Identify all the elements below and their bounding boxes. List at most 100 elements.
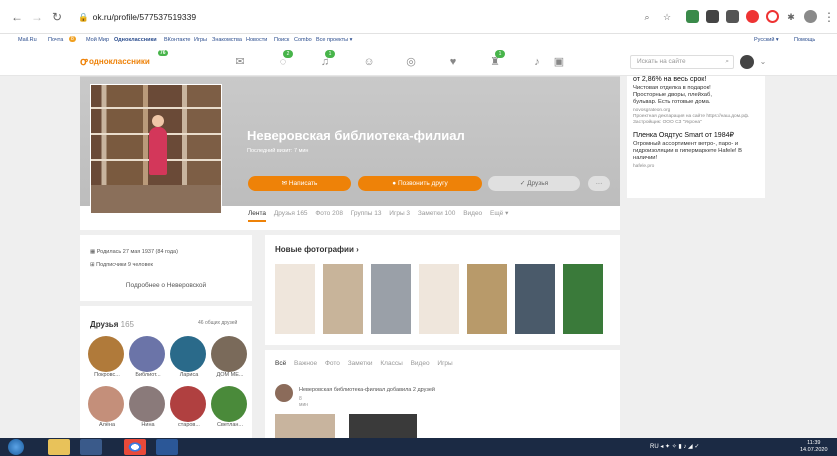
ok-search-input[interactable]: Искать на сайте ⌕ — [630, 55, 734, 69]
extension-icon[interactable] — [746, 10, 759, 23]
portal-link[interactable]: Combo — [294, 37, 312, 43]
start-button[interactable] — [8, 439, 24, 455]
portal-link[interactable]: Новости — [246, 37, 267, 43]
feed-tab-notes[interactable]: Заметки — [348, 360, 373, 367]
friends-title[interactable]: Друзья 165 — [90, 320, 134, 329]
help-link[interactable]: Помощь — [794, 37, 815, 43]
portal-link[interactable]: Мой Мир — [86, 37, 109, 43]
feed-tab-games[interactable]: Игры — [437, 360, 452, 367]
explorer-icon[interactable] — [48, 439, 70, 455]
user-avatar[interactable] — [740, 55, 754, 69]
post-image[interactable] — [275, 414, 335, 438]
write-button[interactable]: ✉ Написать — [248, 176, 351, 191]
feed-tab-important[interactable]: Важное — [294, 360, 317, 367]
extension-icon[interactable] — [706, 10, 719, 23]
invite-button[interactable]: ● Позвонить другу — [358, 176, 482, 191]
notifications-icon[interactable]: ♫ 1 — [318, 50, 335, 68]
search-icon[interactable]: ⌕ — [725, 56, 729, 68]
tab-notes[interactable]: Заметки 100 — [418, 210, 456, 217]
portal-link[interactable]: Почта — [48, 37, 63, 43]
puzzle-icon[interactable]: ✱ — [784, 10, 798, 24]
tab-photos[interactable]: Фото 208 — [315, 210, 343, 217]
profile-photo[interactable] — [90, 84, 222, 214]
tab-feed[interactable]: Лента — [248, 210, 266, 222]
feed-tab-photo[interactable]: Фото — [325, 360, 340, 367]
extension-icon[interactable] — [766, 10, 779, 23]
subscribers[interactable]: ⊞ Подписчики 9 человек — [90, 262, 153, 268]
post-image[interactable] — [349, 414, 417, 438]
portal-link[interactable]: Поиск — [274, 37, 289, 43]
reload-icon[interactable]: ↻ — [50, 10, 64, 24]
friend-avatar[interactable] — [88, 386, 124, 422]
discussions-icon[interactable]: ◌ 2 — [276, 50, 293, 68]
friend-item[interactable]: Покровс... — [88, 336, 128, 378]
music-icon[interactable]: ♪ — [530, 56, 544, 68]
friend-name[interactable]: старов... — [170, 422, 208, 428]
photo-thumbnail[interactable] — [275, 264, 315, 334]
photo-thumbnail[interactable] — [419, 264, 459, 334]
friend-avatar[interactable] — [170, 336, 206, 372]
friend-avatar[interactable] — [129, 386, 165, 422]
photo-thumbnail[interactable] — [563, 264, 603, 334]
friend-item[interactable]: Светлан... — [211, 386, 251, 428]
events-icon[interactable]: ♥ — [446, 56, 460, 68]
friends-status-button[interactable]: ✓ Друзья — [488, 176, 580, 191]
photo-thumbnail[interactable] — [515, 264, 555, 334]
post-text[interactable]: Неверовская библиотека-филиал добавила 2… — [299, 387, 435, 393]
friend-item[interactable]: Лариса — [170, 336, 210, 378]
portal-link[interactable]: ВКонтакте — [164, 37, 190, 43]
language-link[interactable]: Русский ▾ — [754, 37, 779, 43]
chrome-icon[interactable] — [124, 439, 146, 455]
feed-tab-classes[interactable]: Классы — [380, 360, 402, 367]
messages-icon[interactable]: ✉ — [233, 56, 247, 68]
address-bar[interactable]: 🔒 ok.ru/profile/577537519339 — [78, 9, 618, 25]
friend-name[interactable]: Покровс... — [88, 372, 126, 378]
tab-more[interactable]: Ещё ▾ — [490, 210, 508, 217]
photo-thumbnail[interactable] — [371, 264, 411, 334]
more-actions-button[interactable]: ··· — [588, 176, 610, 191]
video-icon[interactable]: ▣ — [552, 56, 566, 68]
portal-link[interactable]: Одноклассники — [114, 37, 157, 43]
friend-item[interactable]: Нина — [129, 386, 169, 428]
common-friends-link[interactable]: 46 общих друзей — [198, 320, 237, 326]
tab-friends[interactable]: Друзья 165 — [274, 210, 308, 217]
star-icon[interactable]: ☆ — [660, 10, 674, 24]
feed-tab-video[interactable]: Видео — [411, 360, 430, 367]
friends-icon[interactable]: ☺ — [362, 56, 376, 68]
friend-avatar[interactable] — [88, 336, 124, 372]
friend-name[interactable]: Лариса — [170, 372, 208, 378]
language-indicator[interactable]: RU — [650, 444, 659, 450]
more-about-link[interactable]: Подробнее о Неверовской — [80, 282, 252, 289]
chevron-down-icon[interactable]: ⌄ — [756, 56, 770, 68]
friend-item[interactable]: ДОМ МЕ... — [211, 336, 251, 378]
friend-name[interactable]: ДОМ МЕ... — [211, 372, 249, 378]
ad-panel[interactable]: от 2,86% на весь срок! Чистовая отделка … — [627, 76, 765, 198]
games-icon[interactable]: ♜ 1 — [488, 50, 505, 68]
zoom-icon[interactable]: ⌕ — [640, 10, 654, 24]
back-icon[interactable]: ← — [10, 10, 24, 24]
new-photos-title[interactable]: Новые фотографии › — [275, 245, 359, 254]
media-icon[interactable] — [80, 439, 102, 455]
tab-games[interactable]: Игры 3 — [389, 210, 410, 217]
tab-video[interactable]: Видео — [463, 210, 482, 217]
menu-icon[interactable]: ⋮ — [822, 10, 836, 24]
forward-icon[interactable]: → — [30, 10, 44, 24]
word-icon[interactable] — [156, 439, 178, 455]
portal-link[interactable]: Mail.Ru — [18, 37, 37, 43]
tab-groups[interactable]: Группы 13 — [351, 210, 382, 217]
photo-thumbnail[interactable] — [323, 264, 363, 334]
portal-link[interactable]: Все проекты ▾ — [316, 37, 352, 43]
friend-name[interactable]: Библиот... — [129, 372, 167, 378]
friend-avatar[interactable] — [170, 386, 206, 422]
friend-avatar[interactable] — [129, 336, 165, 372]
post-avatar[interactable] — [275, 384, 293, 402]
profile-icon[interactable] — [804, 10, 817, 23]
extension-icon[interactable] — [726, 10, 739, 23]
friend-name[interactable]: Нина — [129, 422, 167, 428]
friend-item[interactable]: старов... — [170, 386, 210, 428]
friend-item[interactable]: Алёна — [88, 386, 128, 428]
portal-link[interactable]: Игры — [194, 37, 207, 43]
friend-item[interactable]: Библиот... — [129, 336, 169, 378]
ok-logo[interactable]: ꝍ одноклассники 76 — [80, 50, 168, 68]
friend-name[interactable]: Светлан... — [211, 422, 249, 428]
